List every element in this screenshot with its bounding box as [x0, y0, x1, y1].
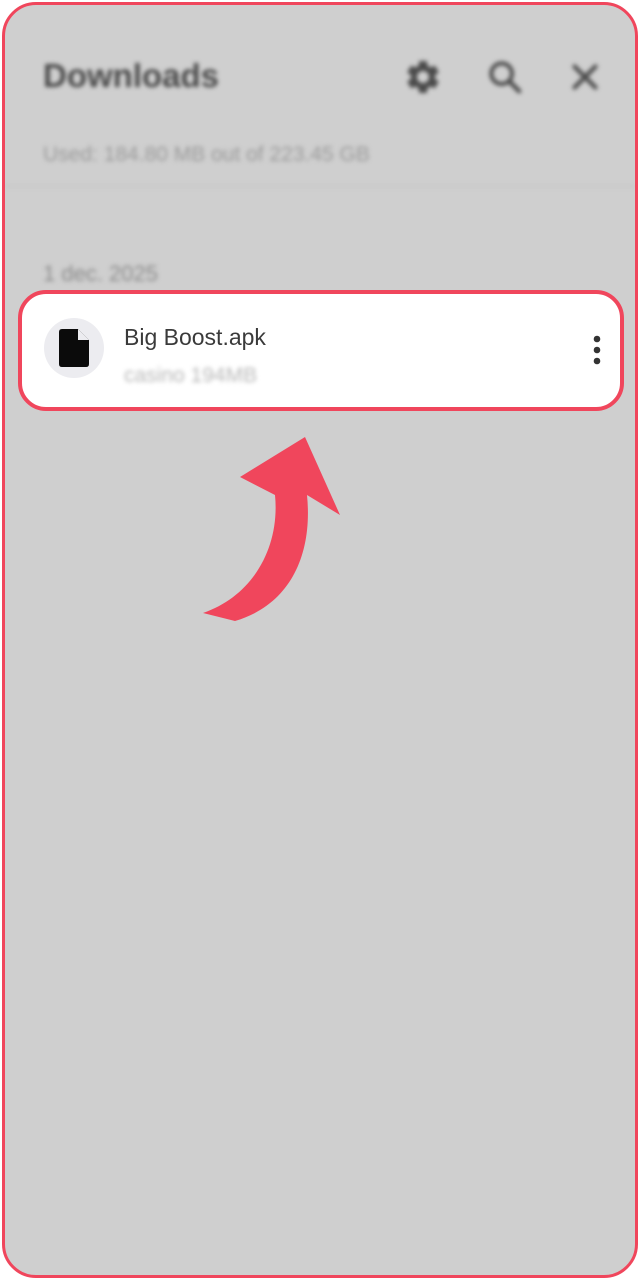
search-icon[interactable] [483, 55, 527, 99]
close-icon[interactable] [563, 55, 607, 99]
file-meta: casino 194MB [124, 364, 258, 387]
header-divider [5, 185, 635, 187]
header: Downloads Used: 184.80 MB out of 223.45 … [5, 5, 635, 185]
section-date-label: 1 dec. 2025 [43, 261, 158, 286]
more-vertical-icon[interactable] [584, 330, 610, 370]
file-name: Big Boost.apk [124, 324, 266, 350]
download-item[interactable]: Big Boost.apk casino 194MB [18, 290, 624, 411]
curved-arrow-icon [195, 425, 355, 640]
gear-icon[interactable] [401, 55, 445, 99]
file-icon [44, 318, 104, 378]
page-title: Downloads [43, 57, 220, 94]
screen-frame: Downloads Used: 184.80 MB out of 223.45 … [2, 2, 638, 1278]
storage-usage: Used: 184.80 MB out of 223.45 GB [43, 143, 370, 166]
